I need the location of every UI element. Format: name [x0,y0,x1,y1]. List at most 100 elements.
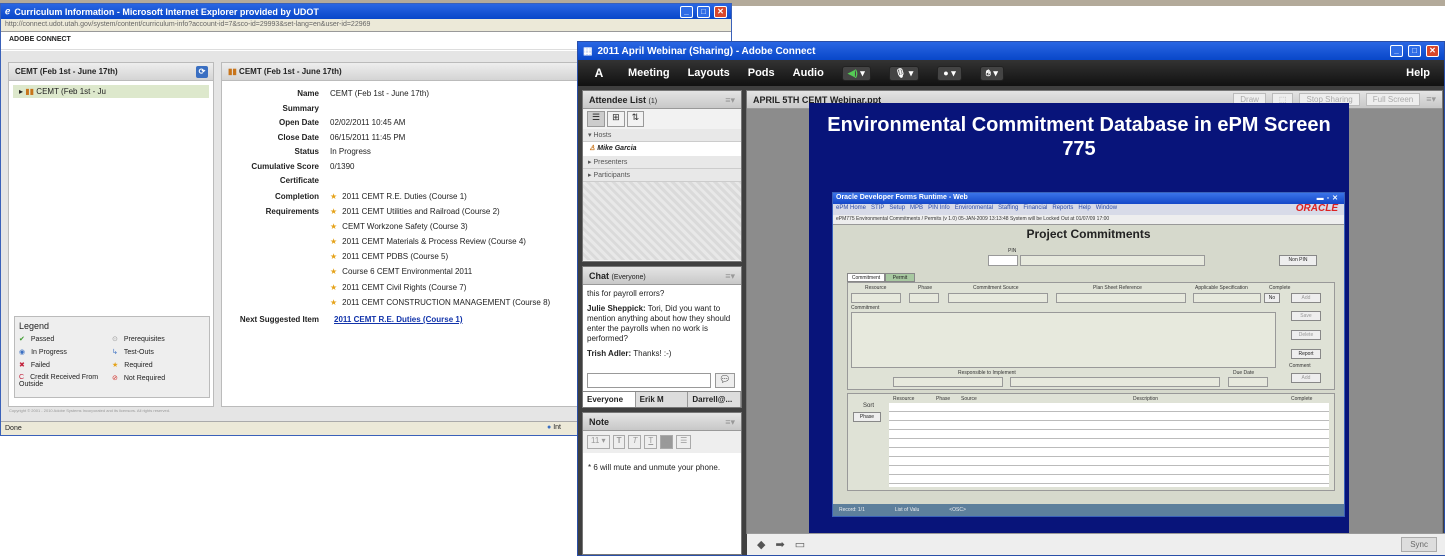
sync-button[interactable]: Sync [1401,537,1437,552]
oracle-logo: ORACLE [1295,203,1338,214]
requirement-label: 2011 CEMT PDBS (Course 5) [342,252,449,262]
commitment-textarea[interactable] [851,312,1276,368]
requirement-label: Course 6 CEMT Environmental 2011 [342,267,473,277]
connect-titlebar[interactable]: ▦ 2011 April Webinar (Sharing) - Adobe C… [578,42,1444,60]
help-menu[interactable]: Help [1406,67,1430,79]
underline-icon[interactable]: T [644,435,658,449]
grid-rows[interactable] [889,403,1329,487]
spec-field[interactable] [1193,293,1261,303]
speaker-button[interactable]: ◀) ▾ [841,65,871,81]
sort-phase-button[interactable]: Phase [853,412,881,422]
source-field[interactable] [948,293,1048,303]
menu-audio[interactable]: Audio [793,67,824,79]
send-icon[interactable]: 💬︎ [715,373,735,388]
participants-section[interactable]: ▸ Participants [583,169,741,182]
full-screen-button[interactable]: Full Screen [1365,93,1421,106]
grid-col-description: Description [1133,396,1159,402]
minimize-button[interactable]: _ [680,5,693,18]
complete-field[interactable]: No [1264,293,1280,303]
col-resource: Resource [865,285,887,291]
tree-item-label: CEMT (Feb 1st - Ju [36,87,106,96]
forms-menu-item[interactable]: Setup [889,205,905,214]
font-size-select[interactable]: 11 ▾ [587,435,610,449]
camera-button[interactable]: ● ▾ [937,65,962,81]
plan-sheet-field[interactable] [1056,293,1186,303]
pod-menu-icon[interactable]: ≡▾ [1426,94,1436,105]
forms-menu-item[interactable]: STIP [871,205,884,214]
screen-icon[interactable]: ▭ [795,538,805,551]
italic-icon[interactable]: T [628,435,642,449]
required-star-icon: ★ [330,282,338,292]
menu-layouts[interactable]: Layouts [688,67,730,79]
tab-darrell[interactable]: Darrell@... [688,392,742,407]
forms-menu-item[interactable]: Help [1078,205,1090,214]
add-button[interactable]: Add [1291,293,1321,303]
menu-pods[interactable]: Pods [748,67,775,79]
forms-menu-item[interactable]: Staffing [998,205,1018,214]
pod-menu-icon[interactable]: ≡▾ [725,271,735,282]
forms-menu-item[interactable]: Reports [1052,205,1073,214]
list-icon[interactable]: ☰ [676,435,692,449]
color-icon[interactable]: ■ [660,435,674,449]
bold-icon[interactable]: T [612,435,626,449]
hosts-section[interactable]: ▾ Hosts [583,129,741,142]
responsible-field[interactable] [893,377,1003,387]
completion-label [222,249,330,264]
note-header: Note ≡▾ [583,413,741,431]
tab-commitment[interactable]: Commitment [847,273,885,282]
grid-view-icon[interactable]: ⊞ [607,111,625,127]
pin-input[interactable] [988,255,1018,266]
due-date-label: Due Date [1233,370,1255,376]
field-label: Summary [282,103,319,113]
menu-meeting[interactable]: Meeting [628,67,670,79]
list-view-icon[interactable]: ☰ [587,111,606,127]
resource-field[interactable] [851,293,901,303]
report-button[interactable]: Report [1291,349,1321,359]
note-text[interactable]: * 6 will mute and unmute your phone. [583,453,741,482]
microphone-icon: 🎙︎ [894,67,907,78]
maximize-button[interactable]: □ [1408,45,1421,57]
maximize-button[interactable]: □ [697,5,710,18]
tab-everyone[interactable]: Everyone [583,392,636,407]
due-date-field[interactable] [1228,377,1268,387]
pod-menu-icon[interactable]: ≡▾ [725,95,735,106]
nonpin-button[interactable]: Non PIN [1279,255,1317,266]
tree-header: CEMT (Feb 1st - June 17th) ⟳ [9,63,213,81]
forms-menu-item[interactable]: Window [1096,205,1117,214]
refresh-icon[interactable]: ⟳ [196,66,208,78]
tab-permit[interactable]: Permit [885,273,915,282]
presenters-section[interactable]: ▸ Presenters [583,156,741,169]
microphone-button[interactable]: 🎙︎ ▾ [888,65,920,81]
tab-erik[interactable]: Erik M [635,392,689,407]
comment-add-button[interactable]: Add [1291,373,1321,383]
chat-input[interactable] [587,373,711,388]
delete-button[interactable]: Delete [1291,330,1321,340]
forms-menu-item[interactable]: ePM Home [836,205,866,214]
pod-menu-icon[interactable]: ≡▾ [725,417,735,428]
legend-grid: ✔ Passed ⊙ Prerequisites ◉ In Progress ↳ Test-O… [19,335,205,388]
sort-icon[interactable]: ⇅ [626,111,645,127]
save-button[interactable]: Save [1291,311,1321,321]
forms-menu-item[interactable]: Environmental [955,205,993,214]
close-button[interactable]: ✕ [1426,45,1439,57]
prev-icon[interactable]: ◆ [757,538,765,551]
ie-titlebar[interactable]: ℯ Curriculum Information - Microsoft Int… [1,4,731,19]
minimize-button[interactable]: _ [1390,45,1403,57]
host-row[interactable]: ♙ Mike Garcia [583,142,741,156]
forms-menu-item[interactable]: Financial [1023,205,1047,214]
forms-menu-item[interactable]: MPB [910,205,923,214]
responsible-label: Responsible to Implement [958,370,1016,376]
tree-header-title: CEMT (Feb 1st - June 17th) [15,67,118,76]
next-icon[interactable]: ➡ [775,538,784,551]
next-suggested-link[interactable]: 2011 CEMT R.E. Duties (Course 1) [334,315,462,324]
legend: Legend ✔ Passed ⊙ Prerequisites ◉ In Progress… [14,316,210,398]
tree-item[interactable]: ▸ ▮▮ CEMT (Feb 1st - Ju [13,85,209,98]
sort-label: Sort [863,403,875,409]
completion-label [222,264,330,279]
status-button[interactable]: ✋︎ ▾ [979,65,1004,81]
copyright: Copyright © 2001 - 2010 Adobe Systems In… [9,408,171,413]
close-button[interactable]: ✕ [714,5,727,18]
forms-menu-item[interactable]: PIN Info [928,205,950,214]
address-bar[interactable]: http://connect.udot.utah.gov/system/cont… [1,19,731,32]
phase-field[interactable] [909,293,939,303]
